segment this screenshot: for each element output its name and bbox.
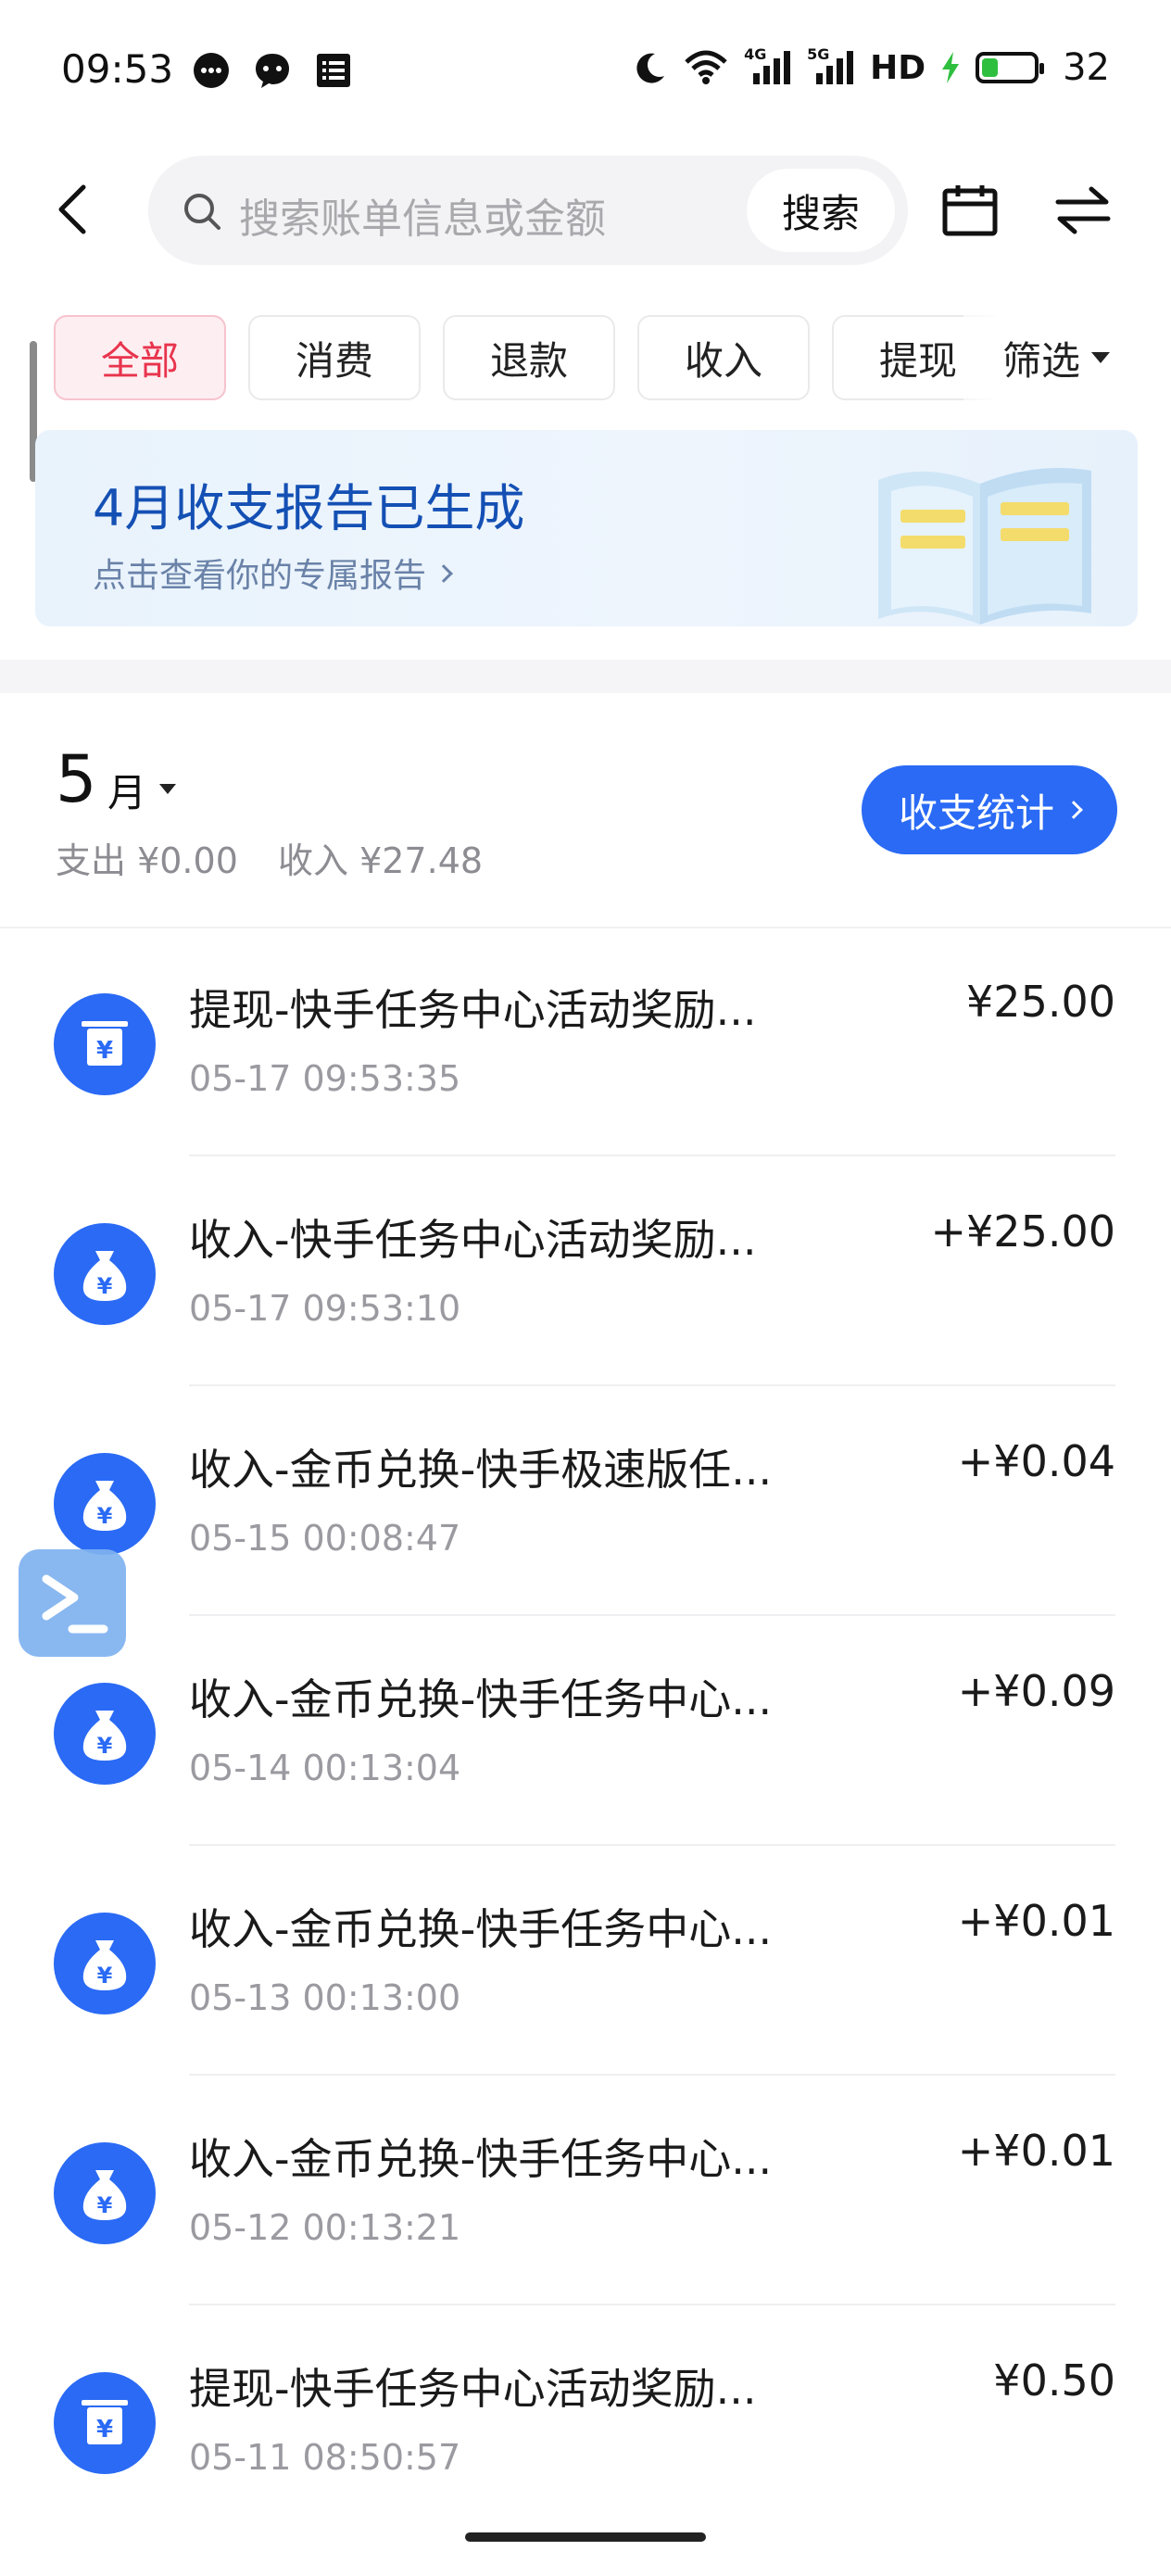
message-icon [256, 54, 289, 88]
caret-down-icon [1091, 352, 1110, 363]
svg-text:¥: ¥ [96, 2416, 113, 2443]
tab-all[interactable]: 全部 [54, 315, 226, 400]
search-input[interactable]: 搜索账单信息或金额 [239, 185, 606, 245]
battery-fill [982, 58, 999, 77]
month-number[interactable]: 5 [56, 741, 97, 817]
transaction-row[interactable]: ¥ 提现-快手任务中心活动奖励... 05-17 09:53:35 ¥25.00 [0, 927, 1171, 1156]
search-icon [184, 194, 220, 230]
stats-button[interactable]: 收支统计 [862, 765, 1117, 854]
svg-text:¥: ¥ [97, 1273, 113, 1299]
transaction-row[interactable]: ¥ 收入-金币兑换-快手任务中心... 05-14 00:13:04 +¥0.0… [0, 1616, 1171, 1846]
status-time: 09:53 [61, 46, 174, 92]
month-unit[interactable]: 月 [107, 762, 146, 818]
status-bar: 09:53 4G 5G HD 32 [0, 0, 1171, 139]
chat-bubble-icon [194, 53, 229, 88]
atm-withdraw-icon: ¥ [54, 2372, 156, 2474]
transaction-amount: ¥0.50 [993, 2355, 1115, 2406]
search-button[interactable]: 搜索 [747, 169, 895, 252]
swap-arrows-icon[interactable] [1054, 185, 1112, 235]
filter-label: 筛选 [1001, 337, 1080, 384]
svg-text:¥: ¥ [97, 1963, 113, 1989]
transaction-row[interactable]: ¥ 提现-快手任务中心活动奖励... 05-11 08:50:57 ¥0.50 [0, 2305, 1171, 2535]
transaction-title: 提现-快手任务中心活动奖励... [189, 2364, 757, 2414]
banner-subtitle-text: 点击查看你的专属报告 [93, 557, 427, 595]
month-caret-icon[interactable] [159, 784, 176, 794]
open-book-icon [878, 468, 1091, 625]
transaction-title: 收入-快手任务中心活动奖励... [189, 1215, 757, 1265]
money-bag-icon: ¥ [54, 2142, 156, 2244]
svg-text:¥: ¥ [97, 1733, 113, 1759]
search-box[interactable]: 搜索账单信息或金额 搜索 [148, 156, 908, 265]
wifi-icon [685, 50, 727, 84]
transaction-amount: +¥0.01 [957, 1896, 1115, 1946]
transaction-time: 05-17 09:53:10 [189, 1288, 461, 1329]
tab-income[interactable]: 收入 [637, 315, 810, 400]
transaction-row[interactable]: ¥ 收入-金币兑换-快手极速版任... 05-15 00:08:47 +¥0.0… [0, 1386, 1171, 1616]
transaction-amount: +¥25.00 [930, 1206, 1116, 1256]
transaction-time: 05-17 09:53:35 [189, 1058, 461, 1099]
money-bag-icon: ¥ [54, 1223, 156, 1325]
svg-text:¥: ¥ [96, 1037, 113, 1065]
atm-withdraw-icon: ¥ [54, 993, 156, 1095]
filter-button[interactable]: 筛选 [963, 315, 1149, 400]
home-indicator[interactable] [465, 2532, 706, 2542]
transaction-amount: +¥0.04 [957, 1436, 1115, 1486]
moon-icon [636, 53, 665, 83]
money-bag-icon: ¥ [54, 1913, 156, 2014]
tab-spend[interactable]: 消费 [248, 315, 421, 400]
calendar-icon[interactable] [941, 183, 999, 237]
signal-4g-icon: 4G [744, 45, 792, 86]
transaction-title: 收入-金币兑换-快手任务中心... [189, 2134, 773, 2184]
tab-refund[interactable]: 退款 [443, 315, 615, 400]
month-expense: 支出 ¥0.00 [56, 840, 238, 881]
transaction-row[interactable]: ¥ 收入-金币兑换-快手任务中心... 05-13 00:13:00 +¥0.0… [0, 1846, 1171, 2076]
charging-bolt-icon [942, 52, 960, 83]
transaction-time: 05-13 00:13:00 [189, 1977, 461, 2018]
transaction-title: 提现-快手任务中心活动奖励... [189, 985, 757, 1035]
battery-percent: 32 [1063, 46, 1110, 89]
transaction-title: 收入-金币兑换-快手任务中心... [189, 1674, 773, 1724]
status-right-group: 4G 5G HD 32 [633, 45, 1110, 89]
transaction-time: 05-12 00:13:21 [189, 2207, 461, 2248]
money-bag-icon: ¥ [54, 1683, 156, 1785]
transaction-amount: ¥25.00 [966, 977, 1115, 1027]
signal-5g-icon: 5G [807, 45, 855, 86]
transaction-row[interactable]: ¥ 收入-快手任务中心活动奖励... 05-17 09:53:10 +¥25.0… [0, 1156, 1171, 1386]
section-divider [0, 660, 1171, 693]
svg-text:¥: ¥ [97, 2192, 113, 2218]
terminal-prompt-icon [42, 1574, 108, 1634]
back-arrow-icon[interactable] [46, 180, 102, 239]
battery-icon [976, 52, 1045, 83]
transaction-title: 收入-金币兑换-快手极速版任... [189, 1445, 773, 1495]
svg-text:¥: ¥ [97, 1503, 113, 1529]
transaction-amount: +¥0.09 [957, 1666, 1115, 1716]
banner-title: 4月收支报告已生成 [93, 479, 525, 537]
banner-subtitle: 点击查看你的专属报告 [93, 549, 453, 597]
stats-button-label: 收支统计 [898, 789, 1054, 836]
list-icon [317, 54, 350, 87]
transaction-row[interactable]: ¥ 收入-金币兑换-快手任务中心... 05-12 00:13:21 +¥0.0… [0, 2076, 1171, 2305]
transaction-title: 收入-金币兑换-快手任务中心... [189, 1904, 773, 1954]
transaction-amount: +¥0.01 [957, 2126, 1115, 2176]
chevron-right-icon [434, 564, 453, 583]
transaction-time: 05-11 08:50:57 [189, 2437, 461, 2478]
header: 搜索账单信息或金额 搜索 [0, 148, 1171, 269]
transaction-time: 05-15 00:08:47 [189, 1518, 461, 1559]
hd-indicator: HD [870, 48, 926, 87]
chevron-right-icon [1064, 801, 1083, 819]
category-tabs: 全部 消费 退款 收入 提现 [54, 315, 1119, 400]
report-banner[interactable]: 4月收支报告已生成 点击查看你的专属报告 [35, 430, 1138, 626]
money-bag-icon: ¥ [54, 1453, 156, 1555]
floating-terminal-button[interactable] [19, 1549, 126, 1657]
month-income: 收入 ¥27.48 [278, 840, 484, 881]
transaction-time: 05-14 00:13:04 [189, 1748, 461, 1788]
